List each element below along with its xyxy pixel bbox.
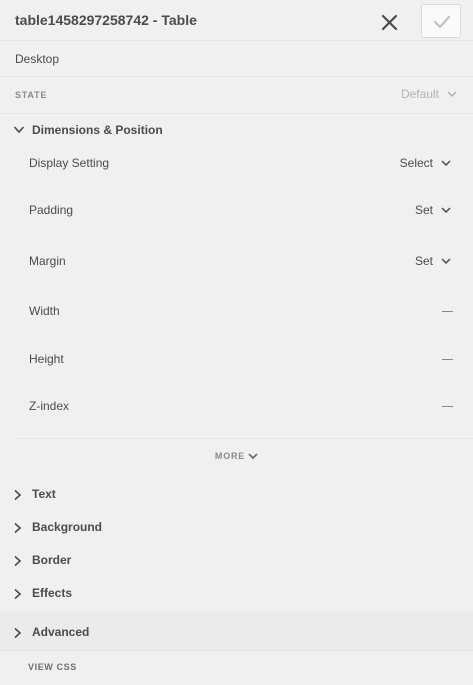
padding-dropdown[interactable]: Set xyxy=(415,203,451,217)
chevron-right-icon xyxy=(14,522,22,534)
state-label: STATE xyxy=(15,90,48,100)
chevron-down-icon xyxy=(441,159,451,166)
section-label: Effects xyxy=(32,586,73,600)
chevron-right-icon xyxy=(14,555,22,567)
breakpoint-label: Desktop xyxy=(15,52,60,66)
footer-bar: VIEW CSS xyxy=(0,650,473,685)
section-label: Border xyxy=(32,553,72,567)
dropdown-value: Set xyxy=(414,203,433,217)
height-empty-value[interactable] xyxy=(442,359,453,360)
view-css-button[interactable]: VIEW CSS xyxy=(28,662,77,672)
property-label: Height xyxy=(29,352,64,366)
property-label: Width xyxy=(29,304,60,318)
chevron-right-icon xyxy=(14,489,22,501)
state-row: STATE Default xyxy=(0,77,473,114)
property-width: Width xyxy=(0,300,473,324)
close-icon xyxy=(381,14,398,31)
chevron-down-icon xyxy=(441,257,451,264)
section-divider xyxy=(14,438,473,439)
state-dropdown[interactable]: Default xyxy=(401,87,457,101)
chevron-right-icon xyxy=(14,588,22,600)
chevron-down-icon xyxy=(13,126,25,134)
display-setting-dropdown[interactable]: Select xyxy=(400,156,451,170)
panel-header: table1458297258742 - Table xyxy=(0,0,473,41)
more-button[interactable]: MORE xyxy=(0,447,473,465)
state-value: Default xyxy=(400,87,439,101)
dropdown-value: Select xyxy=(399,156,433,170)
chevron-down-icon xyxy=(248,452,258,459)
property-margin: Margin Set xyxy=(0,250,473,274)
done-button[interactable] xyxy=(421,4,461,38)
section-border[interactable]: Border xyxy=(0,544,473,577)
checkmark-icon xyxy=(433,15,451,29)
section-label: Advanced xyxy=(32,625,90,639)
section-dimensions-position[interactable]: Dimensions & Position xyxy=(0,114,473,147)
more-label: MORE xyxy=(214,451,246,461)
z-index-empty-value[interactable] xyxy=(442,406,453,407)
property-label: Z-index xyxy=(29,399,70,413)
dropdown-value: Set xyxy=(414,254,433,268)
section-label: Text xyxy=(32,487,56,501)
close-button[interactable] xyxy=(376,8,404,36)
chevron-right-icon xyxy=(14,627,22,639)
panel-title: table1458297258742 - Table xyxy=(15,12,197,28)
property-z-index: Z-index xyxy=(0,395,473,419)
section-label: Dimensions & Position xyxy=(32,123,163,137)
property-label: Padding xyxy=(29,203,74,217)
property-display-setting: Display Setting Select xyxy=(0,152,473,176)
chevron-down-icon xyxy=(441,206,451,213)
section-effects[interactable]: Effects xyxy=(0,577,473,610)
width-empty-value[interactable] xyxy=(442,311,453,312)
property-padding: Padding Set xyxy=(0,199,473,223)
property-label: Margin xyxy=(29,254,66,268)
section-label: Background xyxy=(32,520,103,534)
property-label: Display Setting xyxy=(29,156,110,170)
margin-dropdown[interactable]: Set xyxy=(415,254,451,268)
breakpoint-bar: Desktop xyxy=(0,41,473,77)
chevron-down-icon xyxy=(447,90,457,97)
section-text[interactable]: Text xyxy=(0,478,473,511)
section-advanced[interactable]: Advanced xyxy=(0,616,473,649)
section-background[interactable]: Background xyxy=(0,511,473,544)
property-height: Height xyxy=(0,348,473,372)
